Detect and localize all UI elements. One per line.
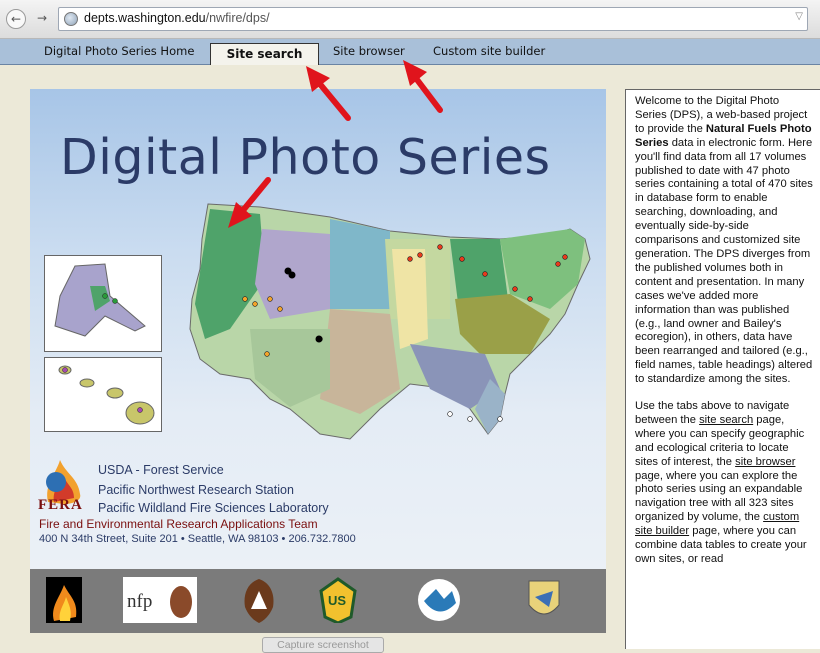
arrow-site-browser-head-icon (403, 60, 427, 86)
annotation-arrows (228, 60, 443, 228)
arrow-map-icon (237, 177, 271, 217)
